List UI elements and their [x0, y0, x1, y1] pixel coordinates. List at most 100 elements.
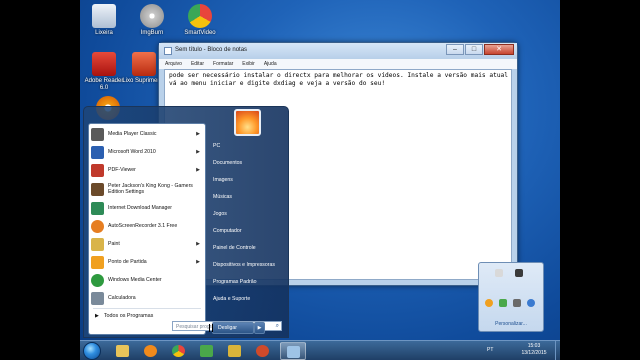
chrome-icon	[188, 4, 212, 28]
link-programas-padrao[interactable]: Programas Padrão	[213, 279, 257, 285]
shutdown-options-icon[interactable]: ▶	[254, 322, 265, 334]
user-avatar[interactable]	[234, 109, 261, 136]
program-king-kong[interactable]: Peter Jackson's King Kong - Gamers Editi…	[91, 180, 203, 198]
menu-editar[interactable]: Editar	[191, 61, 204, 67]
program-label: Microsoft Word 2010	[108, 149, 156, 155]
link-computador[interactable]: Computador	[213, 228, 242, 234]
taskbar-movie-maker-button[interactable]	[222, 342, 248, 360]
submenu-arrow-icon: ▶	[196, 131, 200, 137]
program-paint[interactable]: Paint ▶	[91, 236, 203, 252]
notepad-icon	[164, 47, 172, 55]
customize-link[interactable]: Personalizar...	[479, 321, 543, 327]
shutdown-button[interactable]: Desligar ▶	[212, 322, 265, 334]
chrome-taskbar-icon	[172, 345, 185, 357]
program-label: Media Player Classic	[108, 131, 157, 137]
notepad-taskbar-icon	[287, 346, 300, 358]
programs-pane: Media Player Classic ▶ Microsoft Word 20…	[88, 123, 206, 335]
tray-icon[interactable]	[527, 299, 535, 307]
taskbar-explorer-button[interactable]	[110, 342, 136, 360]
submenu-arrow-icon: ▶	[196, 149, 200, 155]
show-desktop-button[interactable]	[555, 341, 560, 360]
window-title: Sem título - Bloco de notas	[175, 47, 248, 53]
menu-bar: Arquivo Editar Formatar Exibir Ajuda	[159, 59, 517, 69]
pdf-viewer-icon	[91, 163, 104, 177]
link-imagens[interactable]: Imagens	[213, 177, 233, 183]
triangle-right-icon: ▶	[95, 313, 99, 319]
program-label: Ponto de Partida	[108, 259, 147, 265]
link-pc[interactable]: PC	[213, 143, 220, 149]
clock-time: 15:03	[527, 343, 541, 349]
taskbar-photo-viewer-button[interactable]	[194, 342, 220, 360]
tray-icon[interactable]	[485, 299, 493, 307]
start-button[interactable]	[83, 342, 101, 360]
link-ajuda-e-suporte[interactable]: Ajuda e Suporte	[213, 296, 250, 302]
adobe-reader-icon	[92, 52, 116, 76]
maximize-icon[interactable]: □	[465, 44, 483, 55]
getting-started-icon	[91, 255, 104, 269]
movie-maker-icon	[228, 345, 241, 357]
program-word[interactable]: Microsoft Word 2010 ▶	[91, 144, 203, 160]
program-label: Calculadora	[108, 295, 136, 301]
tray-icon[interactable]	[515, 269, 523, 277]
program-label: AutoScreenRecorder 3.1 Free	[108, 223, 178, 229]
notepad-titlebar[interactable]: Sem título - Bloco de notas – □ ✕	[159, 43, 517, 59]
media-player-classic-icon	[91, 127, 104, 141]
taskbar-notepad-button[interactable]	[280, 342, 306, 360]
submenu-arrow-icon: ▶	[196, 167, 200, 173]
link-jogos[interactable]: Jogos	[213, 211, 227, 217]
program-media-center[interactable]: Windows Media Center	[91, 272, 203, 288]
desktop-icon-smartvideo[interactable]: SmartVideo	[176, 4, 224, 37]
program-label: Paint	[108, 241, 120, 247]
link-documentos[interactable]: Documentos	[213, 160, 242, 166]
link-musicas[interactable]: Músicas	[213, 194, 232, 200]
submenu-arrow-icon: ▶	[196, 241, 200, 247]
shutdown-label: Desligar	[218, 325, 238, 331]
explorer-icon	[116, 345, 129, 357]
program-label: PDF-Viewer	[108, 167, 136, 173]
screen-recorder-icon	[91, 219, 104, 233]
clock[interactable]: 15:03 13/12/2015	[516, 343, 552, 357]
menu-exibir[interactable]: Exibir	[242, 61, 255, 67]
program-idm[interactable]: Internet Download Manager	[91, 200, 203, 216]
program-calculadora[interactable]: Calculadora	[91, 290, 203, 306]
screen: Lixeira ImgBurn SmartVideo Adobe Reader …	[0, 0, 640, 360]
minimize-icon[interactable]: –	[446, 44, 464, 55]
all-programs-link[interactable]: ▶ Todos os Programas	[95, 313, 153, 319]
tray-overflow-popup: Personalizar...	[478, 262, 544, 332]
link-painel-de-controle[interactable]: Painel de Controle	[213, 245, 256, 251]
media-player-classic-taskbar-icon	[256, 345, 269, 357]
taskbar-media-player-classic-button[interactable]	[250, 342, 276, 360]
idm-icon	[91, 201, 104, 215]
desktop-icon-label: SmartVideo	[184, 30, 216, 36]
desktop-icon-label: ImgBurn	[140, 30, 164, 36]
tray-icon[interactable]	[499, 299, 507, 307]
menu-ajuda[interactable]: Ajuda	[264, 61, 277, 67]
menu-arquivo[interactable]: Arquivo	[165, 61, 182, 67]
start-menu: Media Player Classic ▶ Microsoft Word 20…	[83, 106, 289, 338]
imgburn-icon	[140, 4, 164, 28]
clock-date: 13/12/2015	[521, 350, 547, 356]
window-controls: – □ ✕	[446, 44, 514, 55]
taskbar-media-player-button[interactable]	[138, 342, 164, 360]
tray-icon[interactable]	[495, 269, 503, 277]
word-icon	[91, 145, 104, 159]
tray-icon[interactable]	[513, 299, 521, 307]
program-autoscreenrecorder[interactable]: AutoScreenRecorder 3.1 Free	[91, 218, 203, 234]
recycle-bin-icon	[92, 4, 116, 28]
taskbar-chrome-button[interactable]	[166, 342, 192, 360]
paint-icon	[91, 237, 104, 251]
close-icon[interactable]: ✕	[484, 44, 514, 55]
taskbar: PT 15:03 13/12/2015	[80, 340, 560, 360]
calculator-icon	[91, 291, 104, 305]
desktop-icon-recycle-bin[interactable]: Lixeira	[80, 4, 128, 37]
program-label: Windows Media Center	[108, 277, 162, 283]
desktop-icon-imgburn[interactable]: ImgBurn	[128, 4, 176, 37]
language-indicator[interactable]: PT	[487, 347, 493, 353]
program-ponto-de-partida[interactable]: Ponto de Partida ▶	[91, 254, 203, 270]
menu-formatar[interactable]: Formatar	[213, 61, 233, 67]
link-dispositivos-e-impressoras[interactable]: Dispositivos e Impressoras	[213, 262, 275, 268]
program-media-player-classic[interactable]: Media Player Classic ▶	[91, 126, 203, 142]
photo-viewer-icon	[200, 345, 213, 357]
program-pdf-viewer[interactable]: PDF-Viewer ▶	[91, 162, 203, 178]
lixo-icon	[132, 52, 156, 76]
